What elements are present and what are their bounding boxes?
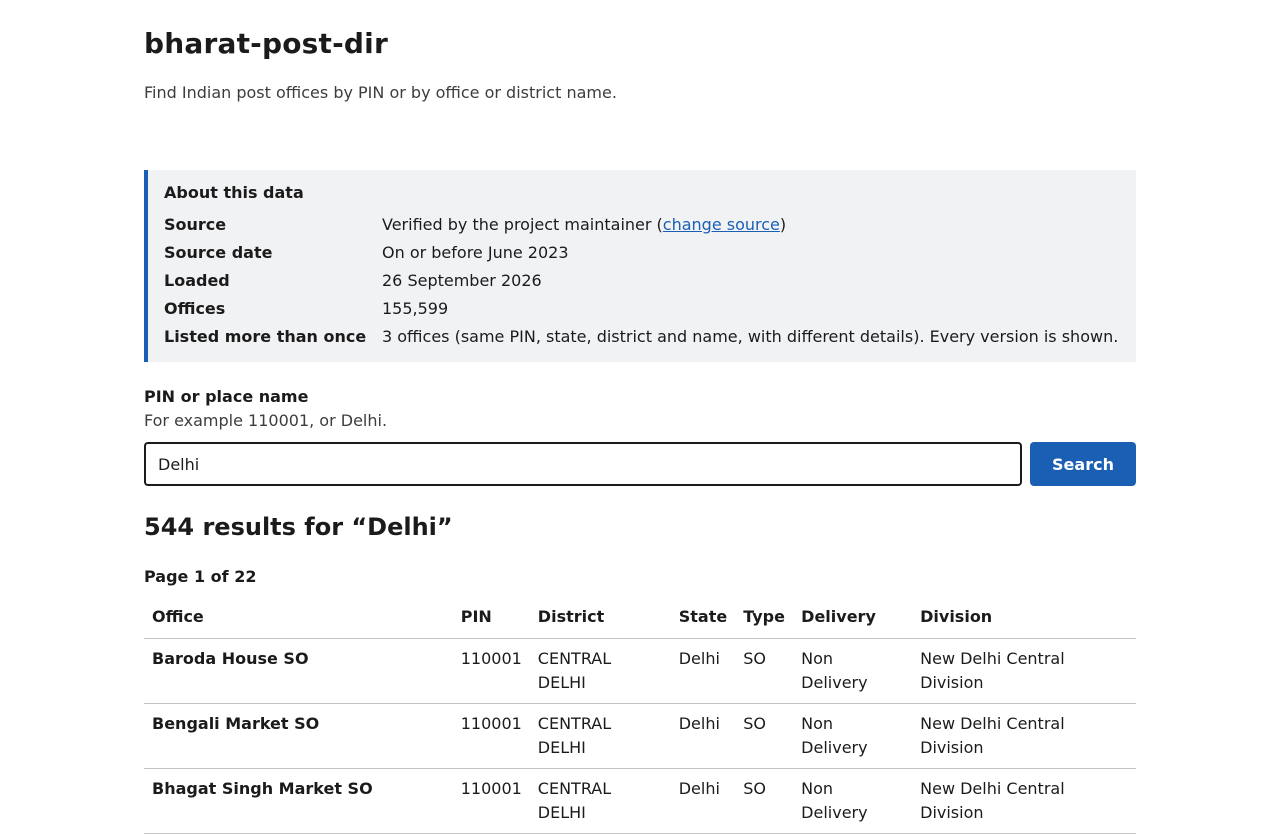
about-label-source: Source [164,215,227,234]
column-header-delivery: Delivery [793,596,913,639]
cell-office: Baroda House SO [144,638,453,704]
results-heading: 544 results for “Delhi” [144,513,453,541]
about-panel-title: About this data [164,183,304,202]
results-table: Office PIN District State Type Delivery … [144,596,1136,834]
cell-delivery: Non Delivery [793,638,913,704]
cell-delivery: Non Delivery [793,768,913,834]
about-value-source-date: On or before June 2023 [382,243,569,262]
column-header-division: Division [912,596,1136,639]
about-value-loaded: 26 September 2026 [382,271,542,290]
cell-district: CENTRAL DELHI [529,768,671,834]
table-row: Bhagat Singh Market SO 110001 CENTRAL DE… [144,768,1136,834]
about-label-offices: Offices [164,299,226,318]
page-indicator: Page 1 of 22 [144,567,257,586]
cell-state: Delhi [670,638,736,704]
column-header-state: State [670,596,736,639]
cell-type: SO [735,703,794,769]
about-label-source-date: Source date [164,243,273,262]
page-title: bharat-post-dir [144,27,388,60]
source-text-before: Verified by the project maintainer ( [382,215,663,234]
cell-division: New Delhi Central Division [912,638,1136,704]
table-row: Baroda House SO 110001 CENTRAL DELHI Del… [144,638,1136,704]
about-label-duplicates: Listed more than once [164,327,367,346]
cell-office: Bhagat Singh Market SO [144,768,453,834]
cell-state: Delhi [670,703,736,769]
search-field-hint: For example 110001, or Delhi. [144,411,388,430]
column-header-pin: PIN [452,596,530,639]
search-button[interactable]: Search [1030,442,1136,486]
column-header-office: Office [144,596,453,639]
search-field-label: PIN or place name [144,387,309,406]
about-data-list: Source Verified by the project maintaine… [164,214,1120,348]
about-value-duplicates: 3 offices (same PIN, state, district and… [382,327,1119,346]
search-input[interactable] [144,442,1022,486]
cell-type: SO [735,768,794,834]
cell-district: CENTRAL DELHI [529,638,671,704]
about-data-panel: About this data Source Verified by the p… [144,170,1136,362]
cell-office: Bengali Market SO [144,703,453,769]
change-source-link[interactable]: change source [663,215,780,234]
cell-pin: 110001 [452,703,530,769]
table-header-row: Office PIN District State Type Delivery … [144,596,1136,639]
cell-pin: 110001 [452,638,530,704]
cell-delivery: Non Delivery [793,703,913,769]
about-value-source: Verified by the project maintainer (chan… [382,214,1120,236]
cell-state: Delhi [670,768,736,834]
cell-pin: 110001 [452,768,530,834]
column-header-district: District [529,596,671,639]
page-tagline: Find Indian post offices by PIN or by of… [144,83,617,102]
cell-division: New Delhi Central Division [912,768,1136,834]
about-value-offices: 155,599 [382,299,449,318]
table-row: Bengali Market SO 110001 CENTRAL DELHI D… [144,703,1136,769]
source-text-after: ) [779,215,787,234]
about-label-loaded: Loaded [164,271,230,290]
cell-division: New Delhi Central Division [912,703,1136,769]
cell-district: CENTRAL DELHI [529,703,671,769]
cell-type: SO [735,638,794,704]
column-header-type: Type [735,596,794,639]
